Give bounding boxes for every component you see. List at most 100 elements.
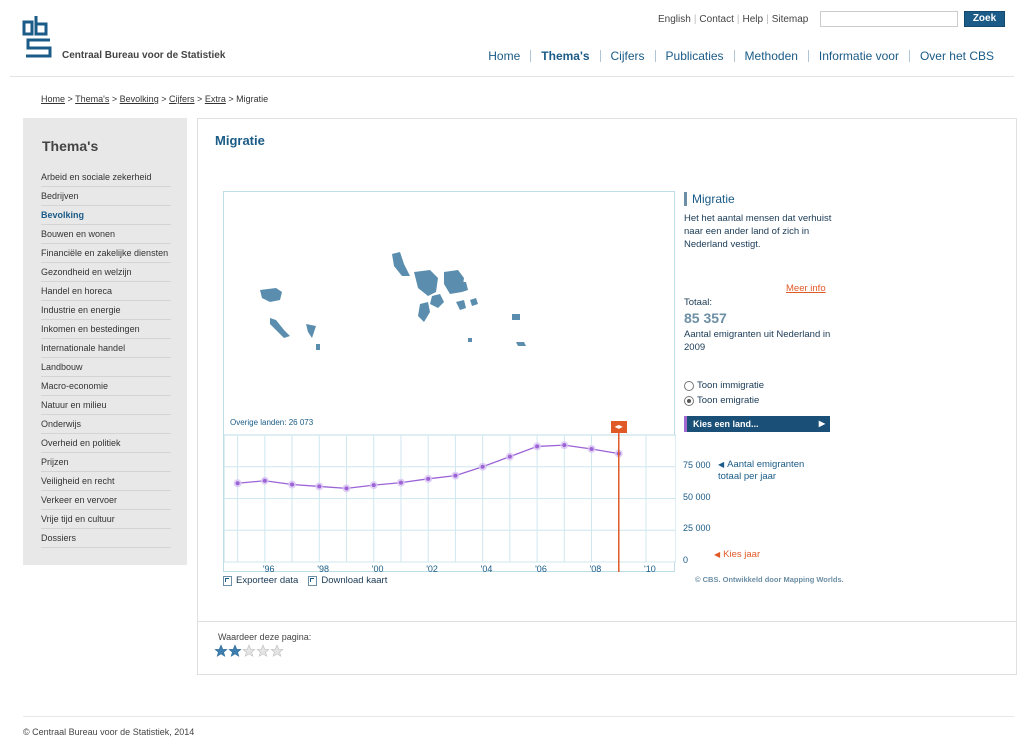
breadcrumb-separator: > [67,94,73,104]
sidebar-item[interactable]: Handel en horeca [41,282,171,301]
sidebar-item[interactable]: Industrie en energie [41,301,171,320]
triangle-left-icon: ◀ [718,460,725,469]
nav-methoden[interactable]: Methoden [733,50,808,62]
sidebar-item[interactable]: Vrije tijd en cultuur [41,510,171,529]
breadcrumb: Home > Thema's > Bevolking > Cijfers > E… [41,94,268,104]
meer-info-link[interactable]: Meer info [786,283,826,294]
nav-cijfers[interactable]: Cijfers [599,50,655,62]
sidebar-list: Arbeid en sociale zekerheid Bedrijven Bevo… [41,168,171,548]
map-country-asia-d [468,338,472,342]
y-tick-label: 50 000 [683,491,711,502]
data-point[interactable] [535,444,540,449]
sidebar-item[interactable]: Internationale handel [41,339,171,358]
sidebar-item[interactable]: Inkomen en bestedingen [41,320,171,339]
data-point[interactable] [290,482,295,487]
nav-publicaties[interactable]: Publicaties [654,50,734,62]
breadcrumb-bevolking[interactable]: Bevolking [120,94,159,104]
data-point[interactable] [426,476,431,481]
data-point[interactable] [453,473,458,478]
data-point[interactable] [262,478,267,483]
data-point[interactable] [562,443,567,448]
top-link-contact[interactable]: Contact [699,14,733,25]
country-select-dropdown[interactable]: Kies een land... ▶ [684,416,830,432]
map-country-europe-a [414,270,438,296]
sidebar-item[interactable]: Onderwijs [41,415,171,434]
rating-star-icon[interactable] [242,644,256,658]
data-point[interactable] [371,483,376,488]
chart-x-ticks: '96 '98 '00 '02 '04 '06 '08 '10 [263,564,656,573]
sidebar-item[interactable]: Bouwen en wonen [41,225,171,244]
cbs-logo[interactable] [22,14,52,58]
sidebar-item[interactable]: Bedrijven [41,187,171,206]
sidebar-item[interactable]: Natuur en milieu [41,396,171,415]
rating-star-icon[interactable] [256,644,270,658]
breadcrumb-cijfers[interactable]: Cijfers [169,94,195,104]
sidebar-item[interactable]: Arbeid en sociale zekerheid [41,168,171,187]
nav-themas[interactable]: Thema's [530,50,599,62]
viz-actions: Exporteer data Download kaart [223,575,397,586]
data-point[interactable] [344,486,349,491]
y-tick-label: 0 [683,555,689,565]
rating-star-icon[interactable] [270,644,284,658]
sidebar-item[interactable]: Macro-economie [41,377,171,396]
rating-label: Waardeer deze pagina: [218,632,312,642]
map-country-caribbean [270,318,290,338]
sidebar-item[interactable]: Overheid en politiek [41,434,171,453]
data-point[interactable] [507,454,512,459]
breadcrumb-themas[interactable]: Thema's [75,94,109,104]
y-tick-label: 75 000 [683,459,711,470]
x-tick-label: '08 [590,564,602,573]
sidebar-item[interactable]: Dossiers [41,529,171,548]
nav-over-het-cbs[interactable]: Over het CBS [908,50,1004,62]
nav-home[interactable]: Home [478,50,530,62]
sidebar-item[interactable]: Prijzen [41,453,171,472]
footer-divider [23,716,1014,717]
radio-toon-emigratie[interactable]: Toon emigratie [684,395,759,406]
nav-informatie-voor[interactable]: Informatie voor [807,50,909,62]
info-title: Migratie [684,192,834,206]
export-data-button[interactable]: Exporteer data [223,575,298,586]
data-point[interactable] [317,484,322,489]
x-tick-label: '00 [372,564,384,573]
radio-toon-immigratie[interactable]: Toon immigratie [684,380,764,391]
download-map-button[interactable]: Download kaart [308,575,387,586]
series-description-text: Aantal emigranten totaal per jaar [718,459,805,482]
breadcrumb-extra[interactable]: Extra [205,94,226,104]
separator: | [693,14,697,25]
separator: | [766,14,769,25]
total-value: 85 357 [684,310,727,326]
breadcrumb-home[interactable]: Home [41,94,65,104]
world-map-shapes[interactable] [260,252,526,350]
top-link-sitemap[interactable]: Sitemap [772,14,809,25]
sidebar-item[interactable]: Veiligheid en recht [41,472,171,491]
sidebar-item[interactable]: Bevolking [41,206,171,225]
top-link-help[interactable]: Help [743,14,764,25]
search-button[interactable]: Zoek [964,11,1005,27]
download-icon [308,575,318,586]
sidebar-item[interactable]: Gezondheid en welzijn [41,263,171,282]
sidebar-item[interactable]: Landbouw [41,358,171,377]
info-description: Het het aantal mensen dat verhuist naar … [684,213,832,250]
year-marker-handle[interactable]: ◂▸ [610,421,627,433]
rating-star-icon[interactable] [228,644,242,658]
data-point[interactable] [589,446,594,451]
radio-circle[interactable] [684,395,694,406]
data-point[interactable] [235,481,240,486]
data-point[interactable] [398,480,403,485]
map-svg: '96 '98 '00 '02 '04 '06 '08 '10 [224,252,676,573]
rating-star-icon[interactable] [214,644,228,658]
top-link-english[interactable]: English [658,14,691,25]
breadcrumb-separator: > [161,94,167,104]
search-input[interactable] [820,11,958,27]
x-tick-label: '10 [644,564,656,573]
triangle-left-icon: ◀ [714,550,721,559]
radio-circle[interactable] [684,380,694,391]
sidebar-item[interactable]: Verkeer en vervoer [41,491,171,510]
credit-text: © CBS. Ontwikkeld door Mapping Worlds. [695,575,844,584]
map-country-central-america [306,324,316,338]
total-label: Totaal: [684,297,712,308]
map-country-asia-b [470,298,478,306]
sidebar-item[interactable]: Financiële en zakelijke diensten [41,244,171,263]
data-point[interactable] [480,464,485,469]
migration-map[interactable]: '96 '98 '00 '02 '04 '06 '08 '10 Overige landen:… [223,191,676,573]
